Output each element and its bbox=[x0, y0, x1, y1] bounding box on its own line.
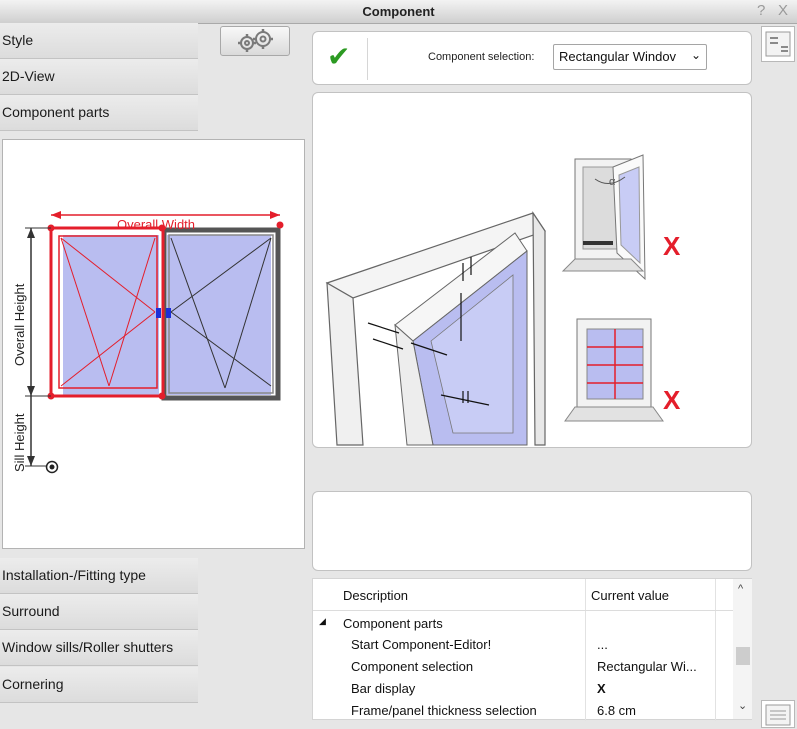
component-selection-label: Component selection: bbox=[428, 51, 535, 63]
overall-width-label: Overall Width bbox=[117, 217, 195, 232]
title-bar: Component ? X bbox=[0, 0, 797, 24]
help-button[interactable]: ? bbox=[757, 2, 765, 19]
description-header[interactable]: Description bbox=[343, 588, 408, 603]
right-handle bbox=[166, 308, 171, 318]
divider bbox=[367, 38, 368, 80]
sidebar-item-label: Cornering bbox=[2, 676, 64, 692]
group-row-component-parts[interactable]: ◢ Component parts bbox=[313, 612, 733, 635]
row-description: Component selection bbox=[351, 659, 474, 674]
sidebar-item-window-sills[interactable]: Window sills/Roller shutters bbox=[0, 630, 198, 666]
window-preview: Overall Width Overall Height Sill Height bbox=[2, 139, 305, 549]
current-value-header[interactable]: Current value bbox=[591, 588, 669, 603]
row-description: Bar display bbox=[351, 681, 416, 696]
window-drawing: Overall Width Overall Height Sill Height bbox=[12, 211, 284, 474]
sidebar-item-2d-view[interactable]: 2D-View bbox=[0, 59, 198, 95]
row-description: Start Component-Editor! bbox=[351, 637, 492, 652]
sill-height-label: Sill Height bbox=[12, 413, 27, 472]
sidebar-item-surround[interactable]: Surround bbox=[0, 594, 198, 630]
component-illustration: α X X bbox=[312, 92, 752, 448]
row-value[interactable]: Rectangular Wi... bbox=[597, 659, 697, 674]
scroll-up-icon[interactable]: ^ bbox=[738, 583, 743, 595]
sidebar-item-installation[interactable]: Installation-/Fitting type bbox=[0, 558, 198, 594]
table-row[interactable]: Frame/panel thickness selection 6.8 cm bbox=[313, 699, 733, 722]
description-panel bbox=[312, 491, 752, 571]
settings-button[interactable] bbox=[220, 26, 290, 56]
property-grid: Description Current value ◢ Component pa… bbox=[312, 578, 752, 722]
left-handle bbox=[156, 308, 161, 318]
sidebar-item-label: Style bbox=[2, 32, 34, 48]
component-selection-panel: ✔ Component selection: Rectangular Windo… bbox=[312, 31, 752, 85]
sidebar-item-label: 2D-View bbox=[2, 68, 55, 84]
row-value[interactable]: X bbox=[597, 681, 606, 696]
gear-icon bbox=[238, 29, 273, 52]
row-description: Frame/panel thickness selection bbox=[351, 703, 537, 718]
bar-display-example bbox=[564, 318, 664, 422]
component-selection-dropdown[interactable]: Rectangular Windov ⌄ bbox=[553, 44, 707, 70]
close-button[interactable]: X bbox=[778, 2, 788, 19]
grid-header: Description Current value bbox=[313, 579, 733, 611]
row-value[interactable]: 6.8 cm bbox=[597, 703, 636, 718]
left-glass-pane bbox=[63, 235, 159, 395]
list-view-icon[interactable] bbox=[761, 700, 795, 728]
svg-text:α: α bbox=[609, 176, 616, 188]
overall-height-label: Overall Height bbox=[12, 283, 27, 366]
layout-icon[interactable] bbox=[761, 26, 795, 62]
table-row[interactable]: Component selection Rectangular Wi... bbox=[313, 655, 733, 678]
expand-icon[interactable]: ◢ bbox=[319, 616, 326, 627]
sidebar-item-cornering[interactable]: Cornering bbox=[0, 667, 198, 703]
cross-icon: X bbox=[663, 385, 681, 415]
component-selection-value: Rectangular Windov bbox=[559, 49, 677, 64]
group-label: Component parts bbox=[343, 616, 443, 631]
window-section-illustration: α X X bbox=[325, 154, 681, 446]
sidebar-item-label: Component parts bbox=[2, 104, 110, 120]
vertical-scrollbar[interactable]: ^ ⌄ bbox=[733, 579, 752, 719]
sidebar-item-label: Installation-/Fitting type bbox=[2, 567, 146, 583]
scroll-down-icon[interactable]: ⌄ bbox=[738, 699, 747, 712]
confirm-check-icon[interactable]: ✔ bbox=[327, 42, 350, 72]
table-row[interactable]: Bar display X bbox=[313, 677, 733, 700]
sidebar-item-label: Window sills/Roller shutters bbox=[2, 639, 174, 655]
sidebar-item-label: Surround bbox=[2, 603, 60, 619]
cross-icon: X bbox=[663, 231, 681, 261]
sidebar-item-style[interactable]: Style bbox=[0, 23, 198, 59]
row-value[interactable]: ... bbox=[597, 637, 608, 652]
window-title: Component bbox=[362, 4, 435, 19]
angle-example: α bbox=[561, 154, 646, 281]
sidebar-item-component-parts[interactable]: Component parts bbox=[0, 95, 198, 131]
table-row[interactable]: Start Component-Editor! ... bbox=[313, 633, 733, 656]
scroll-thumb[interactable] bbox=[736, 647, 750, 665]
chevron-down-icon: ⌄ bbox=[690, 48, 701, 62]
